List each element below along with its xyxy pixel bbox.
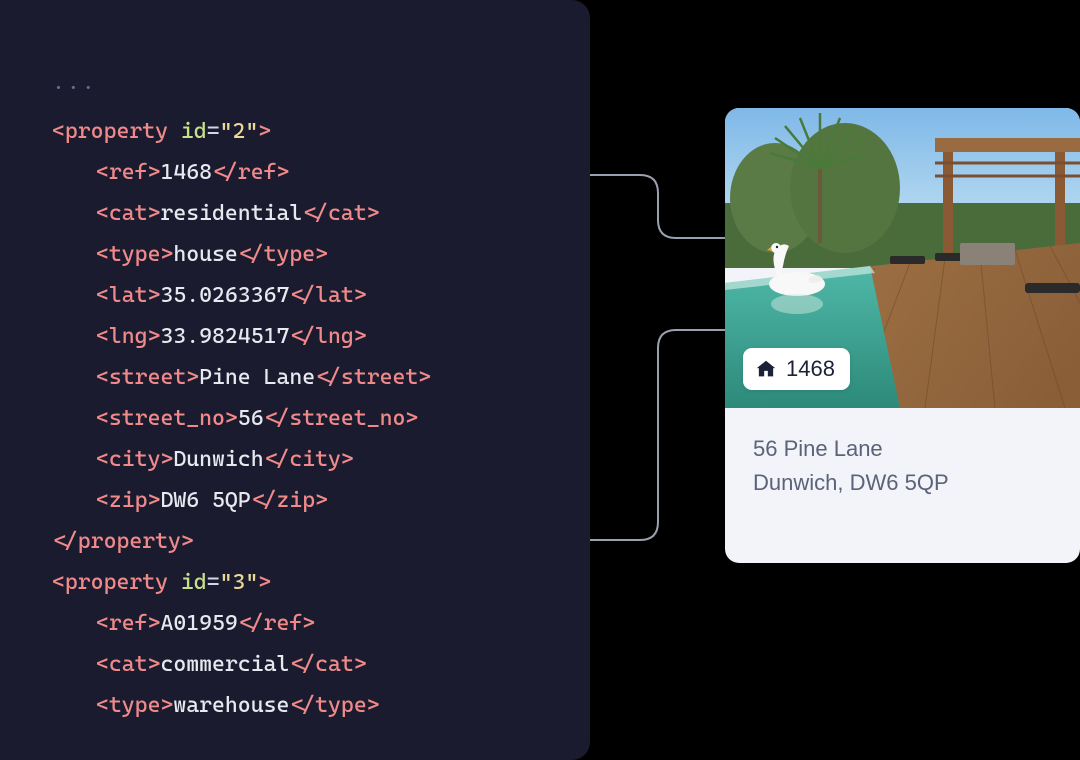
code-ellipsis: ... [52, 70, 590, 95]
code-line: <cat>residential</cat> [52, 193, 590, 234]
code-line: <city>Dunwich</city> [52, 439, 590, 480]
code-line: <ref>1468</ref> [52, 152, 590, 193]
code-line: <lng>33.9824517</lng> [52, 316, 590, 357]
property-card: 1468 56 Pine Lane Dunwich, DW6 5QP [725, 108, 1080, 563]
property-image: 1468 [725, 108, 1080, 408]
card-body: 56 Pine Lane Dunwich, DW6 5QP [725, 408, 1080, 524]
code-line: <street>Pine Lane</street> [52, 357, 590, 398]
code-line: <lat>35.0263367</lat> [52, 275, 590, 316]
ref-badge-text: 1468 [786, 356, 835, 382]
code-panel: ... <property id="2"> <ref>1468</ref> <c… [0, 0, 590, 760]
code-line: <ref>A01959</ref> [52, 603, 590, 644]
house-icon [755, 358, 777, 380]
address-line-2: Dunwich, DW6 5QP [753, 466, 1052, 500]
code-line: <street_no>56</street_no> [52, 398, 590, 439]
connector-lines [590, 100, 725, 560]
code-line: <type>warehouse</type> [52, 685, 590, 726]
code-line: </property> [52, 521, 590, 562]
code-line: <zip>DW6 5QP</zip> [52, 480, 590, 521]
address-line-1: 56 Pine Lane [753, 432, 1052, 466]
code-line: <property id="2"> [52, 111, 590, 152]
code-line: <property id="3"> [52, 562, 590, 603]
code-line: <cat>commercial</cat> [52, 644, 590, 685]
code-line: <type>house</type> [52, 234, 590, 275]
ref-badge: 1468 [743, 348, 850, 390]
